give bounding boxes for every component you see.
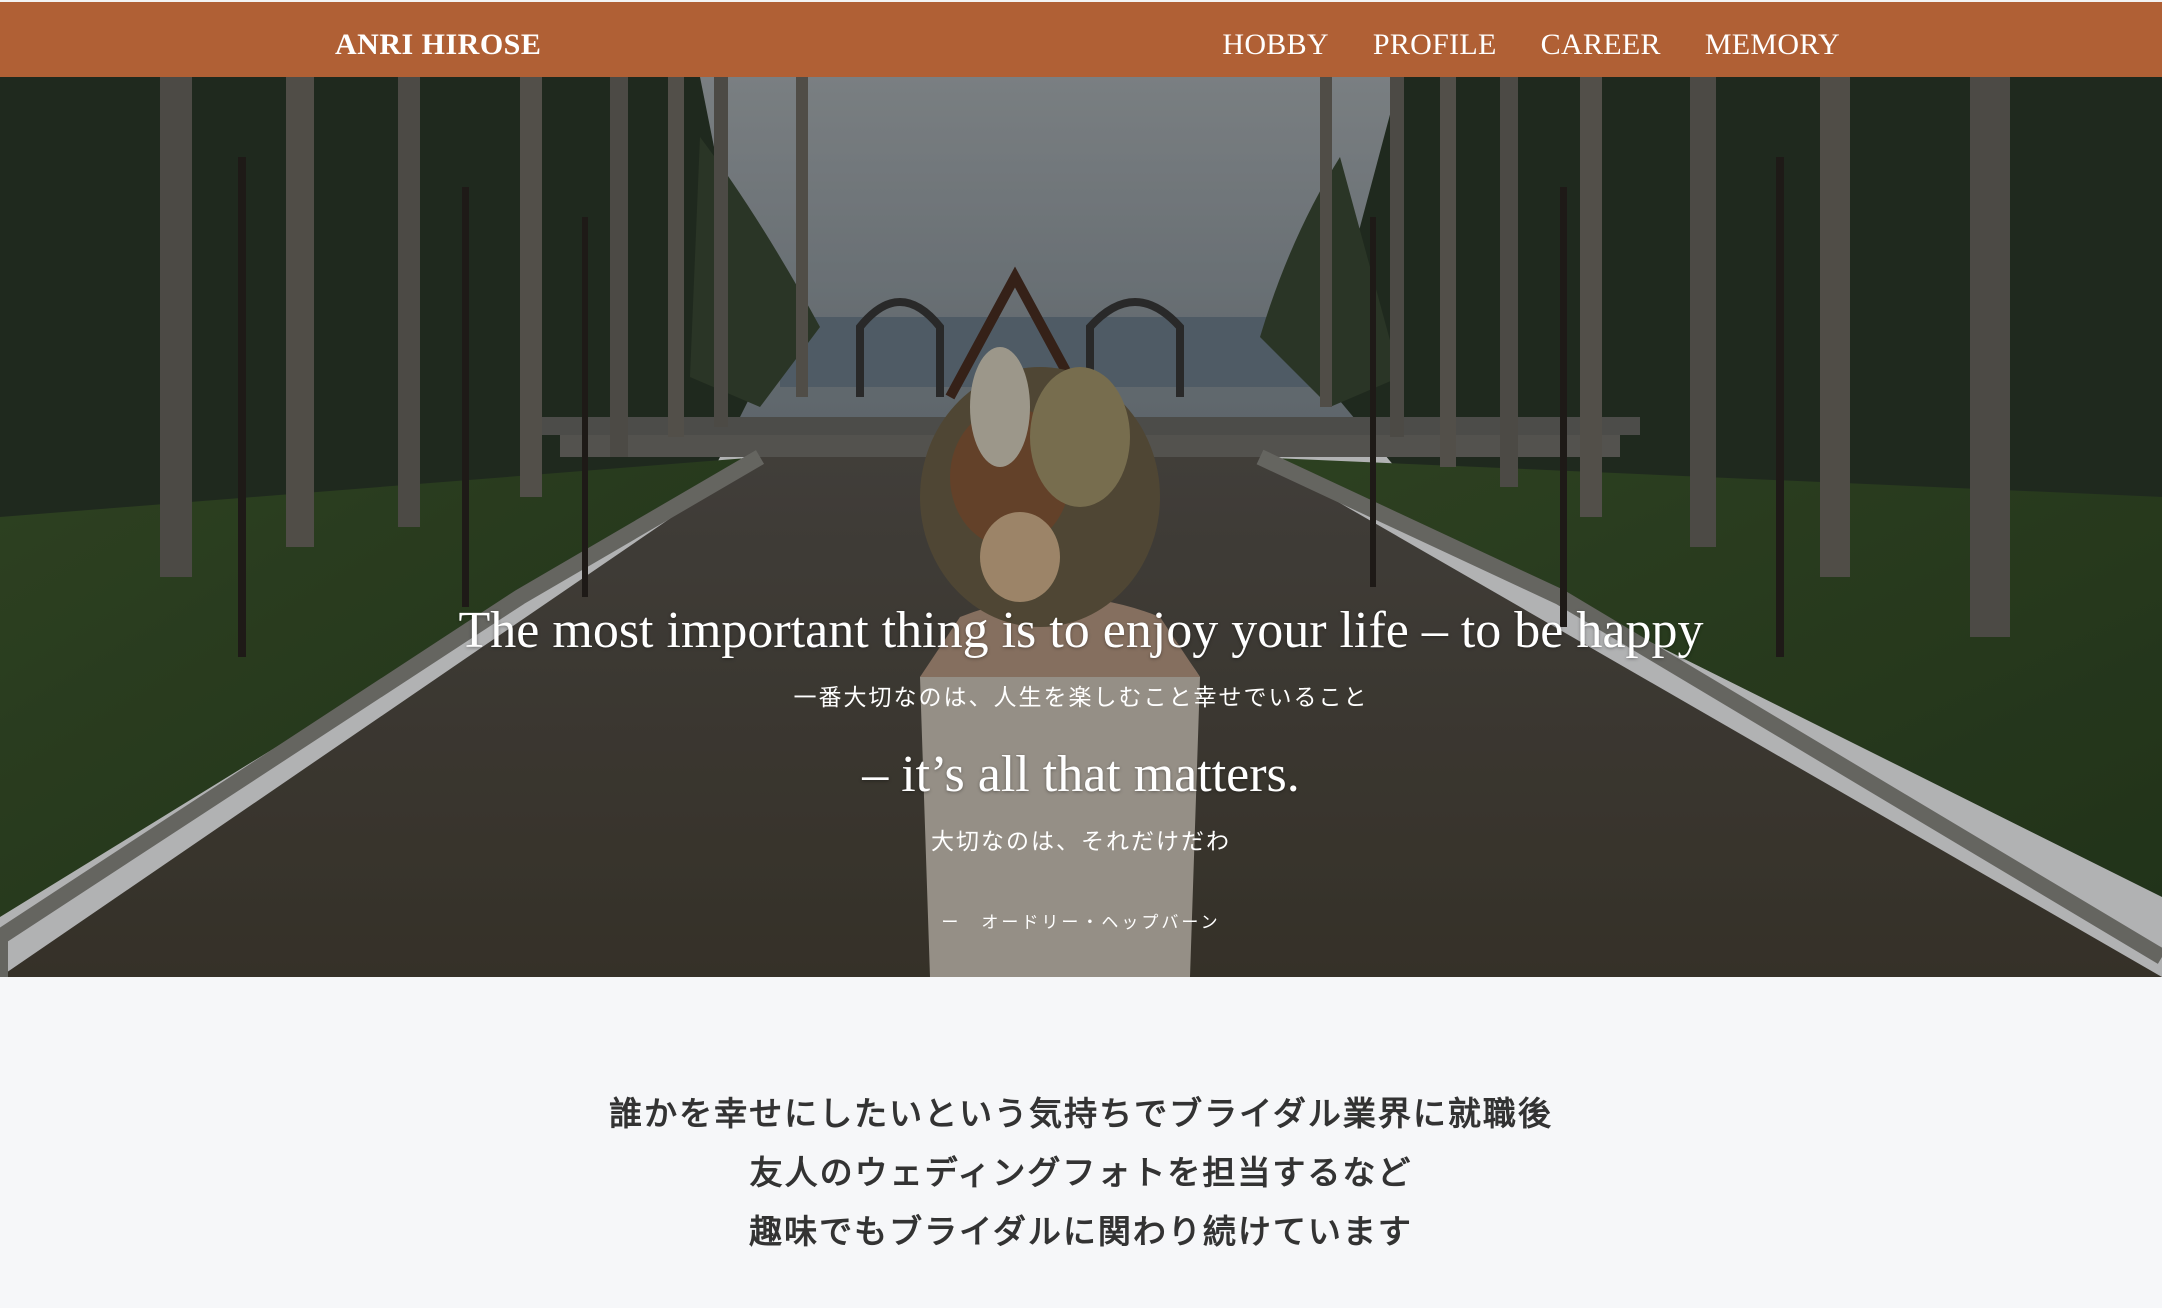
quote-english-line-2: – it’s all that matters. — [862, 746, 1300, 803]
nav-link-career[interactable]: CAREER — [1541, 26, 1661, 64]
nav-link-profile[interactable]: PROFILE — [1373, 26, 1497, 64]
quote-author: ー オードリー・ヘップバーン — [941, 913, 1221, 933]
main-nav: HOBBY PROFILE CAREER MEMORY — [1222, 26, 1840, 64]
quote-japanese-line-2: 大切なのは、それだけだわ — [931, 829, 1231, 855]
nav-link-memory[interactable]: MEMORY — [1705, 26, 1840, 64]
nav-link-hobby[interactable]: HOBBY — [1222, 26, 1329, 64]
intro-section: 誰かを幸せにしたいという気持ちでブライダル業界に就職後 友人のウェディングフォト… — [0, 977, 2162, 1308]
brand-logo-link[interactable]: ANRI HIROSE — [335, 26, 541, 64]
hero-section: The most important thing is to enjoy you… — [0, 77, 2162, 977]
top-navbar: ANRI HIROSE HOBBY PROFILE CAREER MEMORY — [0, 0, 2162, 77]
intro-text-line-3: 趣味でもブライダルに関わり続けています — [749, 1212, 1413, 1251]
quote-english-line-1: The most important thing is to enjoy you… — [458, 602, 1704, 659]
quote-japanese-line-1: 一番大切なのは、人生を楽しむこと幸せでいること — [793, 685, 1369, 711]
intro-text-line-2: 友人のウェディングフォトを担当するなど — [749, 1153, 1413, 1192]
hero-quote-block: The most important thing is to enjoy you… — [0, 77, 2162, 977]
intro-text-line-1: 誰かを幸せにしたいという気持ちでブライダル業界に就職後 — [609, 1094, 1553, 1133]
